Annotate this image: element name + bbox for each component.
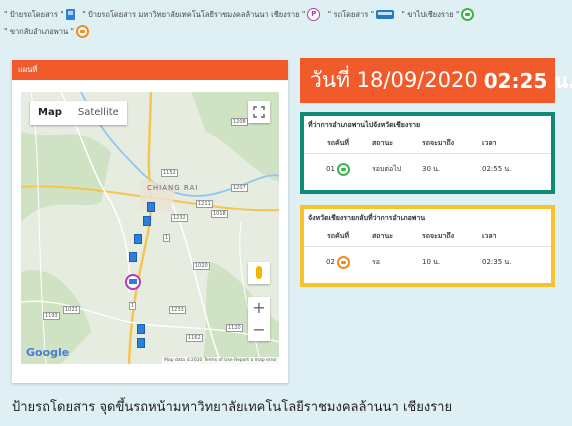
fullscreen-button[interactable] (248, 101, 270, 123)
legend-stop-label: " ป้ายรถโดยสาร " (4, 10, 64, 19)
bus-number: 02 (326, 258, 335, 266)
route-number: 1021 (63, 306, 80, 314)
table-header: รถคันที่ สถานะ รถจะมาถึง เวลา (304, 226, 551, 247)
bus-number: 01 (326, 165, 335, 173)
bus-cell: 02 (304, 255, 372, 269)
green-bus-icon (336, 162, 350, 176)
bus-stop-marker[interactable] (129, 252, 137, 262)
route-number: 1 (163, 234, 171, 242)
table-header: รถคันที่ สถานะ รถจะมาถึง เวลา (304, 133, 551, 154)
legend-uni-stop: " ป้ายรถโดยสาร มหาวิทยาลัยเทคโนโลยีราชมง… (82, 6, 322, 23)
bus-stop-marker[interactable] (147, 202, 155, 212)
legend-bus-label: " รถโดยสาร " (327, 10, 375, 19)
legend-uni-stop-label: " ป้ายรถโดยสาร มหาวิทยาลัยเทคโนโลยีราชมง… (82, 10, 306, 19)
eta-cell: 30 น. (422, 164, 441, 173)
route-number: 1193 (43, 312, 60, 320)
orange-bus-icon (75, 25, 89, 38)
legend-to-city: " ขาไปเชียงราย " (401, 6, 476, 23)
status-cell: รอ (372, 257, 380, 266)
column-header: รถคันที่ (326, 138, 350, 147)
route-number: 1162 (186, 334, 203, 342)
bus-icon (376, 10, 395, 19)
column-header: เวลา (482, 138, 497, 147)
column-header: สถานะ (372, 138, 393, 147)
panel-title: ที่ว่าการอำเภอพานไปจังหวัดเชียงราย (308, 121, 421, 129)
legend-to-city-label: " ขาไปเชียงราย " (401, 10, 460, 19)
bus-location-marker[interactable] (125, 274, 141, 290)
map-card: แผนที่ CHIANG RAI 1208 1152 1207 1211 10… (12, 60, 288, 383)
route-number: 1020 (193, 262, 210, 270)
route-number: 1018 (211, 210, 228, 218)
table-row: 02 รอ 10 น. 02:35 น. (304, 247, 551, 277)
date-label: วันที่ 18/09/2020 (310, 68, 478, 92)
footer-caption: ป้ายรถโดยสาร จุดขึ้นรถหน้ามหาวิทยาลัยเทค… (12, 400, 453, 415)
time-cell: 02:55 น. (482, 164, 512, 173)
zoom-in-button[interactable]: + (248, 297, 270, 319)
street-view-pegman[interactable] (248, 262, 270, 284)
bus-stop-marker[interactable] (134, 234, 142, 244)
route-number: 1233 (169, 306, 186, 314)
legend-return: " ขากลับอำเภอพาน " (4, 23, 91, 40)
route-number: 1211 (196, 200, 213, 208)
column-header: สถานะ (372, 231, 393, 240)
bus-stop-icon (65, 9, 75, 20)
university-stop-icon: P (307, 8, 321, 21)
zoom-out-button[interactable]: − (248, 319, 270, 341)
legend-stop: " ป้ายรถโดยสาร " (4, 6, 77, 23)
date-time-banner: วันที่ 18/09/2020 02:25 น. (300, 58, 572, 103)
orange-bus-icon (336, 255, 350, 269)
current-time: 02:25 น. (483, 68, 572, 93)
bus-stop-marker[interactable] (137, 338, 145, 348)
route-number: 1120 (226, 324, 243, 332)
bus-cell: 01 (304, 162, 372, 176)
column-header: รถจะมาถึง (422, 231, 455, 240)
return-panel: จังหวัดเชียงรายกลับที่ว่าการอำเภอพาน รถค… (300, 205, 555, 287)
fullscreen-icon (253, 106, 265, 118)
legend-return-label: " ขากลับอำเภอพาน " (4, 27, 74, 36)
legend: " ป้ายรถโดยสาร " " ป้ายรถโดยสาร มหาวิทยา… (4, 6, 564, 40)
status-cell: รอบต่อไป (372, 164, 402, 173)
map-type-control: Map Satellite (30, 101, 127, 125)
map-card-header: แผนที่ (12, 60, 288, 80)
map-tab[interactable]: Map (30, 101, 70, 125)
google-logo: Google (26, 346, 70, 359)
route-number: 1207 (231, 184, 248, 192)
route-number: 1232 (171, 214, 188, 222)
legend-bus: " รถโดยสาร " (328, 6, 396, 23)
satellite-tab[interactable]: Satellite (70, 101, 127, 125)
column-header: เวลา (482, 231, 497, 240)
time-cell: 02:35 น. (482, 257, 512, 266)
route-number: 1208 (231, 118, 248, 126)
green-bus-icon (461, 8, 475, 21)
column-header: รถคันที่ (326, 231, 350, 240)
city-label: CHIANG RAI (147, 184, 199, 192)
zoom-control: + − (248, 297, 270, 341)
map-view[interactable]: CHIANG RAI 1208 1152 1207 1211 1018 1232… (21, 92, 279, 364)
map-attribution[interactable]: Map data ©2020 Terms of Use Report a map… (161, 357, 279, 364)
outbound-panel: ที่ว่าการอำเภอพานไปจังหวัดเชียงราย รถคัน… (300, 112, 555, 194)
bus-stop-marker[interactable] (137, 324, 145, 334)
table-row: 01 รอบต่อไป 30 น. 02:55 น. (304, 154, 551, 184)
bus-stop-marker[interactable] (143, 216, 151, 226)
route-number: 1152 (161, 169, 178, 177)
panel-title: จังหวัดเชียงรายกลับที่ว่าการอำเภอพาน (308, 214, 426, 222)
eta-cell: 10 น. (422, 257, 441, 266)
route-number: 1 (129, 302, 137, 310)
column-header: รถจะมาถึง (422, 138, 455, 147)
